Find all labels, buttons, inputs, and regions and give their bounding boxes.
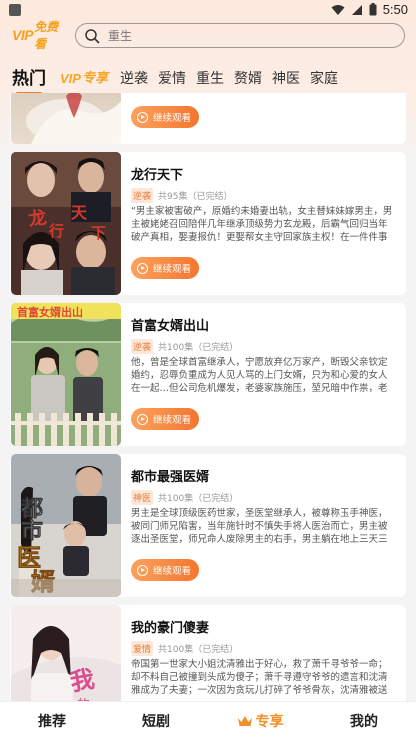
drama-poster[interactable]: 我 的 豪 (11, 605, 121, 701)
svg-text:首富女婿出山: 首富女婿出山 (17, 305, 83, 319)
drama-card[interactable]: 我 的 豪 我的豪门傻妻 爱情 共100集（已完结） 帝国第一世家大小姐沈清雅出… (10, 605, 406, 701)
continue-watching-button[interactable]: 继续观看 (131, 257, 199, 279)
drama-description: “男主家被害破产，原婚约未婚妻出轨，女主替妹妹嫁男主，男主被姥姥召回陪伴几年继承… (131, 206, 393, 243)
drama-title[interactable]: 都市最强医婿 (131, 466, 209, 485)
genre-badge: 神医 (131, 490, 154, 505)
drama-poster[interactable] (11, 93, 121, 144)
drama-poster[interactable]: 龙 天 行 下 (11, 152, 121, 295)
svg-text:我: 我 (68, 664, 97, 697)
battery-icon (369, 3, 377, 16)
signal-icon (351, 4, 362, 15)
drama-title[interactable]: 首富女婿出山 (131, 315, 209, 334)
wifi-icon (331, 4, 345, 15)
search-placeholder: 重生 (108, 29, 133, 43)
continue-watching-button[interactable]: 继续观看 (131, 106, 199, 128)
continue-watching-button[interactable]: 继续观看 (131, 408, 199, 430)
drama-card[interactable]: 都 市 医 婿 都市最强医婿 神医 共100集（已完结） 男主是全球顶级医药世家… (10, 454, 406, 597)
svg-text:天: 天 (71, 203, 88, 222)
status-time: 5:50 (382, 2, 408, 17)
nav-recommend[interactable]: 推荐 (0, 702, 104, 740)
svg-text:市: 市 (21, 518, 43, 544)
drama-poster[interactable]: 都 市 医 婿 (11, 454, 121, 597)
notification-app-icon (9, 4, 21, 16)
tab-rebirth[interactable]: 重生 (196, 70, 224, 88)
tab-romance[interactable]: 爱情 (158, 70, 186, 88)
episode-count: 共95集（已完结） (158, 192, 233, 202)
search-icon (85, 28, 100, 43)
drama-card[interactable]: 继续观看 (10, 93, 406, 144)
play-icon (137, 564, 148, 576)
nav-short-drama[interactable]: 短剧 (104, 702, 208, 740)
svg-text:下: 下 (91, 224, 106, 242)
tab-son-in-law[interactable]: 赘婿 (234, 70, 262, 88)
genre-badge: 爱情 (131, 641, 154, 656)
nav-exclusive[interactable]: 专享 (208, 702, 312, 740)
play-icon (137, 262, 148, 274)
drama-list[interactable]: 继续观看 龙 天 行 下 龙行天下 逆袭 共95集（已完结） “男主家被害破产，… (10, 93, 406, 701)
play-icon (137, 111, 148, 123)
bottom-navigation: 推荐 短剧 专享 我的 (0, 701, 416, 740)
tab-miracle-doctor[interactable]: 神医 (272, 70, 300, 88)
search-input[interactable]: 重生 (75, 23, 405, 48)
play-icon (137, 413, 148, 425)
continue-watching-button[interactable]: 继续观看 (131, 559, 199, 581)
drama-card[interactable]: 首富女婿出山 首富女婿出山 逆袭 共100集（已完结） 他，曾是全球首富继承人，… (10, 303, 406, 446)
category-tabs: 热门 VIP 专享 逆袭 爱情 重生 赘婿 神医 家庭 (12, 60, 348, 95)
drama-description: 男主是全球顶级医药世家，圣医堂继承人，被尊称玉手神医，被同门师兄陷害，当年施针时… (131, 508, 388, 545)
episode-count: 共100集（已完结） (158, 494, 239, 504)
drama-meta: 爱情 共100集（已完结） (131, 641, 238, 656)
tab-hot[interactable]: 热门 (12, 70, 46, 95)
nav-mine[interactable]: 我的 (312, 702, 416, 740)
drama-poster[interactable]: 首富女婿出山 (11, 303, 121, 446)
svg-text:行: 行 (48, 222, 64, 240)
drama-meta: 逆袭 共100集（已完结） (131, 339, 238, 354)
drama-meta: 神医 共100集（已完结） (131, 490, 238, 505)
drama-title[interactable]: 龙行天下 (131, 164, 183, 183)
genre-badge: 逆袭 (131, 339, 154, 354)
svg-text:龙: 龙 (27, 206, 48, 230)
tab-counterattack[interactable]: 逆袭 (120, 70, 148, 88)
app-logo: VIP 免费看 (12, 20, 59, 51)
tab-vip-exclusive[interactable]: VIP 专享 (60, 70, 108, 88)
episode-count: 共100集（已完结） (158, 645, 239, 655)
episode-count: 共100集（已完结） (158, 343, 239, 353)
crown-icon (237, 716, 252, 726)
drama-description: 他，曾是全球首富继承人，宁愿放弃亿万家产，断毁父亲钦定婚约，忍辱负重成为人见人骂… (131, 357, 388, 394)
drama-description: 帝国第一世家大小姐沈清雅出于好心，救了萧千寻爷爷一命；却不料自己被撞到头成为傻子… (131, 659, 388, 696)
tab-family[interactable]: 家庭 (310, 70, 338, 88)
drama-title[interactable]: 我的豪门傻妻 (131, 617, 209, 636)
genre-badge: 逆袭 (131, 188, 154, 203)
drama-meta: 逆袭 共95集（已完结） (131, 188, 232, 203)
drama-card[interactable]: 龙 天 行 下 龙行天下 逆袭 共95集（已完结） “男主家被害破产，原婚约未婚… (10, 152, 406, 295)
